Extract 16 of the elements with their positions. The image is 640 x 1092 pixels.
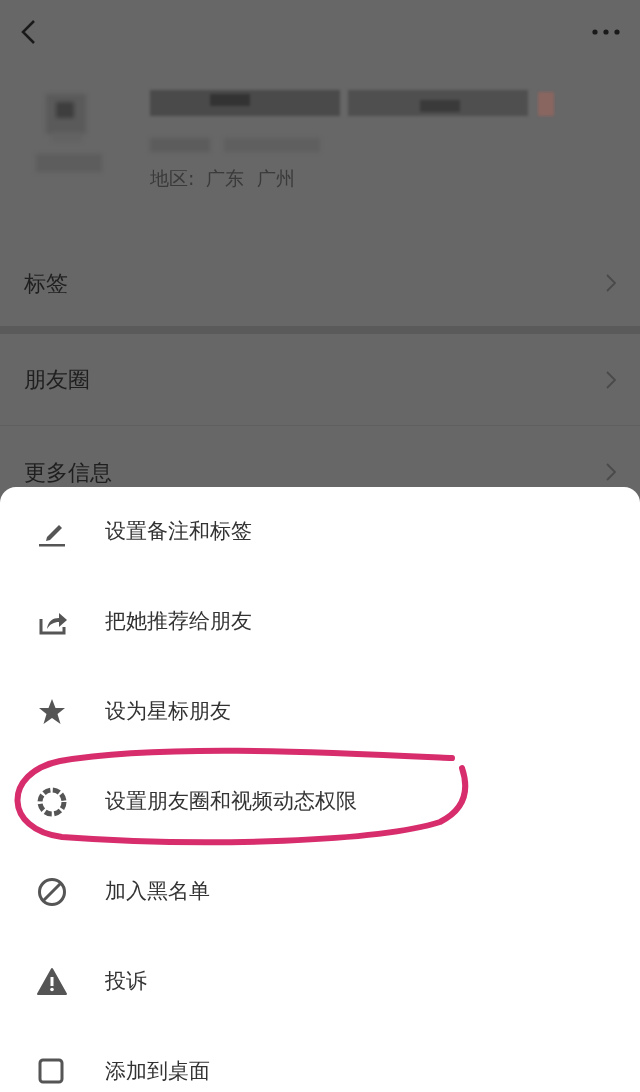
chevron-icon: [606, 370, 616, 389]
more-icon[interactable]: [592, 29, 620, 35]
chevron-icon: [606, 274, 616, 292]
menu-item[interactable]: 设置备注和标签: [105, 516, 252, 548]
menu-item[interactable]: 投诉: [105, 966, 147, 998]
chevron-icon: [606, 463, 616, 481]
back-icon[interactable]: [20, 19, 36, 45]
menu-item[interactable]: 设为星标朋友: [105, 696, 231, 728]
block-icon: [37, 877, 67, 907]
menu-item[interactable]: 加入黑名单: [105, 876, 210, 908]
square-icon: [37, 1057, 67, 1087]
menu-item[interactable]: 添加到桌面: [105, 1056, 210, 1088]
aperture-icon: [37, 787, 67, 817]
warning-icon: [37, 967, 67, 997]
menu-item[interactable]: 设置朋友圈和视频动态权限: [105, 786, 357, 818]
menu-item[interactable]: 把她推荐给朋友: [105, 606, 252, 638]
